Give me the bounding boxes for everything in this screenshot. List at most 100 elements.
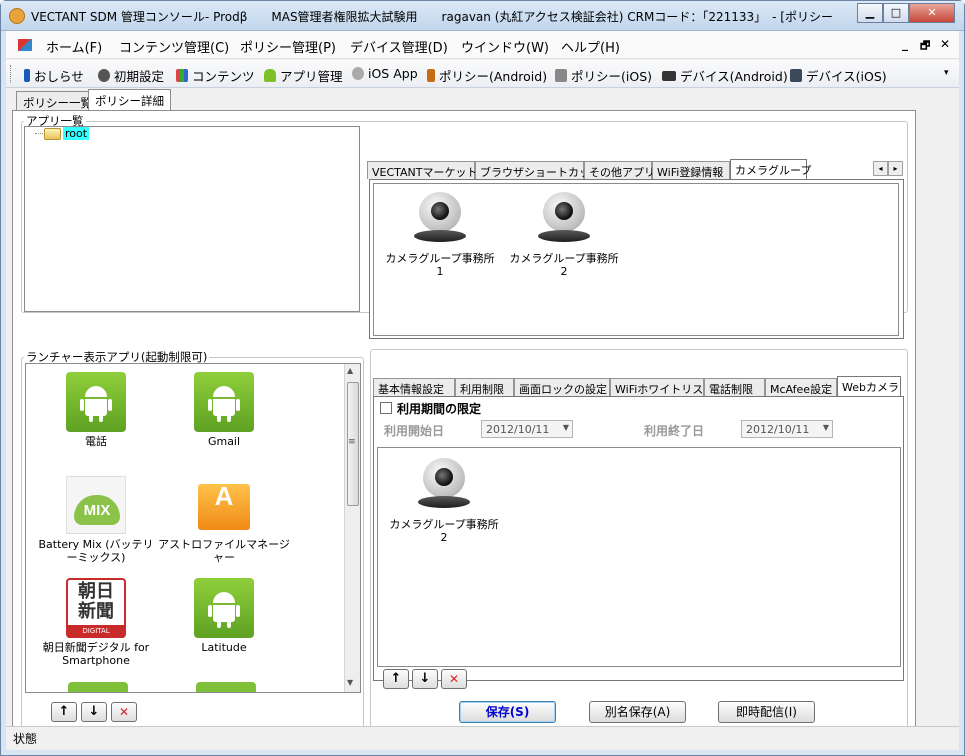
camera-group-item[interactable]: カメラグループ事務所1	[384, 190, 496, 278]
toolbar-initial-settings-button[interactable]: 初期設定	[98, 66, 164, 85]
toolbar-policy-ios-button[interactable]: ポリシー(iOS)	[555, 66, 652, 85]
tab-screen-lock[interactable]: 画面ロックの設定	[514, 378, 610, 396]
tab-wifi-registration[interactable]: WiFi登録情報	[652, 161, 730, 179]
android-icon	[196, 682, 256, 692]
status-bar: 状態	[6, 726, 959, 750]
chevron-down-icon: ▼	[822, 423, 829, 432]
tab-webcam[interactable]: Webカメラ	[837, 376, 901, 397]
save-button[interactable]: 保存(S)	[459, 701, 556, 723]
deliver-now-button[interactable]: 即時配信(I)	[718, 701, 815, 723]
launcher-app-item[interactable]: Latitude	[168, 578, 280, 654]
scroll-grip-icon: ≡	[348, 437, 356, 447]
battery-mix-icon: MIX	[66, 476, 126, 534]
toolbar-device-ios-button[interactable]: デバイス(iOS)	[790, 66, 887, 85]
minimize-button[interactable]: ▁	[857, 3, 883, 23]
launcher-app-item[interactable]: A アストロファイルマネージャー	[156, 476, 292, 564]
launcher-app-item[interactable]: MIX Battery Mix (バッテリーミックス)	[34, 476, 158, 564]
launcher-scrollbar[interactable]: ▲ ≡ ▼	[344, 364, 360, 692]
window-title: VECTANT SDM 管理コンソール- Prodβ MAS管理者権限拡大試験用…	[31, 10, 833, 24]
tab-other-apps[interactable]: その他アプリ	[584, 161, 655, 179]
tab-mcafee[interactable]: McAfee設定	[765, 378, 837, 396]
webcam-group-label: カメラグループ事務所2	[389, 518, 499, 544]
device-ios-icon	[790, 69, 802, 82]
menu-help[interactable]: ヘルプ(H)	[561, 37, 620, 56]
menu-policy[interactable]: ポリシー管理(P)	[240, 37, 336, 56]
toolbar-policy-android-button[interactable]: ポリシー(Android)	[427, 66, 547, 85]
chevron-down-icon: ▼	[562, 423, 569, 432]
tab-vectant-market[interactable]: VECTANTマーケット	[367, 161, 478, 179]
toolbar-device-android-button[interactable]: デバイス(Android)	[662, 66, 788, 85]
close-button[interactable]: ✕	[909, 3, 955, 23]
launcher-app-label: アストロファイルマネージャー	[158, 538, 290, 564]
launcher-delete-button[interactable]: ✕	[111, 702, 137, 722]
asahi-digital-icon: 朝日 新聞 DIGITAL	[66, 578, 126, 638]
ios-app-icon	[352, 67, 364, 80]
android-icon	[68, 682, 128, 692]
tab-basic-info[interactable]: 基本情報設定	[373, 378, 455, 396]
gear-icon	[98, 69, 110, 82]
toolbar: おしらせ 初期設定 コンテンツ アプリ管理 iOS App ポリシー(Andro…	[6, 60, 959, 88]
webcam-group-item[interactable]: カメラグループ事務所2	[386, 456, 502, 544]
tab-camera-group[interactable]: カメラグループ	[730, 159, 811, 180]
menu-device[interactable]: デバイス管理(D)	[350, 37, 448, 56]
camera-group-item[interactable]: カメラグループ事務所2	[508, 190, 620, 278]
launcher-app-label: Latitude	[201, 641, 247, 654]
device-android-icon	[662, 70, 676, 81]
launcher-app-label: Battery Mix (バッテリーミックス)	[38, 538, 154, 564]
launcher-app-label: Gmail	[207, 435, 241, 448]
android-icon	[264, 69, 276, 82]
toolbar-ios-app-button[interactable]: iOS App	[352, 66, 418, 81]
tree-root-node[interactable]: root	[63, 127, 90, 140]
maximize-button[interactable]: □	[883, 3, 909, 23]
mdi-close-button[interactable]: ✕	[940, 37, 950, 51]
launcher-app-item[interactable]: 電話	[40, 372, 152, 448]
webcam-delete-button[interactable]: ✕	[441, 669, 467, 689]
mdi-child-icon[interactable]	[18, 39, 32, 51]
period-limit-label: 利用期間の限定	[397, 402, 482, 416]
menu-bar: ホーム(F) コンテンツ管理(C) ポリシー管理(P) デバイス管理(D) ウイ…	[6, 31, 959, 59]
save-as-button[interactable]: 別名保存(A)	[589, 701, 686, 723]
tab-browser-shortcut[interactable]: ブラウザショートカット	[475, 161, 601, 179]
android-icon	[66, 372, 126, 432]
end-date-picker[interactable]: 2012/10/11 ▼	[741, 420, 833, 438]
launcher-move-up-button[interactable]: ↑	[51, 702, 77, 722]
policy-android-icon	[427, 69, 435, 82]
launcher-move-down-button[interactable]: ↓	[81, 702, 107, 722]
camera-group-label: カメラグループ事務所1	[385, 252, 495, 278]
toolbar-contents-button[interactable]: コンテンツ	[176, 66, 255, 85]
period-limit-checkbox[interactable]	[380, 402, 392, 414]
mdi-restore-button[interactable]: 🗗	[920, 37, 930, 56]
tab-policy-list[interactable]: ポリシー一覧	[16, 91, 99, 110]
tab-scroll-left-icon[interactable]: ◂	[873, 161, 888, 176]
scroll-down-icon[interactable]: ▼	[347, 678, 353, 687]
app-logo-icon	[9, 8, 25, 24]
webcam-move-down-button[interactable]: ↓	[412, 669, 438, 689]
toolbar-app-management-button[interactable]: アプリ管理	[264, 66, 343, 85]
webcam-icon	[410, 190, 470, 246]
end-date-label: 利用終了日	[644, 424, 705, 438]
title-bar[interactable]: VECTANT SDM 管理コンソール- Prodβ MAS管理者権限拡大試験用…	[1, 1, 964, 31]
launcher-app-item[interactable]: 朝日 新聞 DIGITAL 朝日新聞デジタル for Smartphone	[34, 578, 158, 667]
android-icon	[194, 578, 254, 638]
contents-icon	[176, 69, 188, 82]
status-text: 状態	[13, 732, 38, 746]
policy-detail-panel: アプリ一覧 root VECTANTマーケット ブラウザショートカット その他ア…	[12, 110, 916, 742]
launcher-app-item[interactable]: Gmail	[168, 372, 280, 448]
menu-content[interactable]: コンテンツ管理(C)	[119, 37, 229, 56]
camera-group-label: カメラグループ事務所2	[509, 252, 619, 278]
menu-window[interactable]: ウインドウ(W)	[461, 37, 549, 56]
policy-tree: root	[24, 126, 360, 312]
menu-home[interactable]: ホーム(F)	[46, 37, 102, 56]
toolbar-grip[interactable]	[10, 65, 13, 83]
scroll-up-icon[interactable]: ▲	[347, 366, 353, 375]
tab-policy-detail[interactable]: ポリシー詳細	[88, 89, 171, 111]
toolbar-news-button[interactable]: おしらせ	[24, 66, 84, 85]
webcam-move-up-button[interactable]: ↑	[383, 669, 409, 689]
tab-wifi-whitelist[interactable]: WiFiホワイトリスト	[610, 378, 714, 396]
tab-usage-limit[interactable]: 利用制限	[455, 378, 514, 396]
mdi-minimize-button[interactable]: _	[902, 37, 908, 51]
start-date-picker[interactable]: 2012/10/11 ▼	[481, 420, 573, 438]
tab-scroll-right-icon[interactable]: ▸	[888, 161, 903, 176]
toolbar-overflow-icon[interactable]: ▾	[944, 68, 949, 78]
tab-phone-limit[interactable]: 電話制限	[704, 378, 765, 396]
